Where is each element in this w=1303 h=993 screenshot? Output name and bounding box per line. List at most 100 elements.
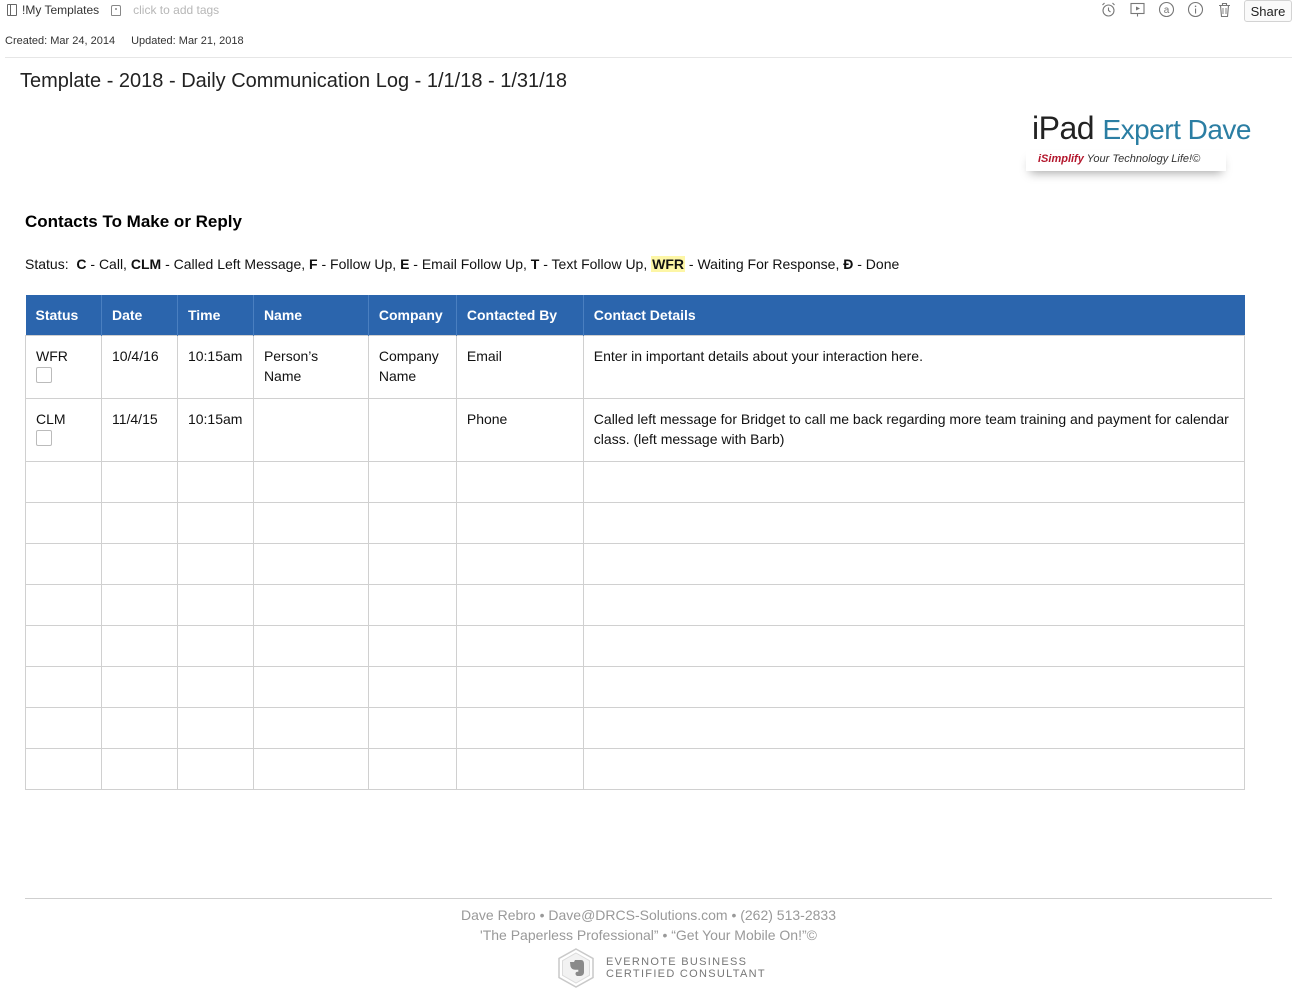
empty-cell[interactable] bbox=[100, 583, 178, 626]
empty-cell[interactable] bbox=[252, 706, 369, 749]
empty-cell[interactable] bbox=[455, 706, 584, 749]
empty-cell[interactable] bbox=[455, 501, 584, 544]
column-header-name: Name bbox=[253, 295, 369, 335]
empty-cell[interactable] bbox=[455, 665, 584, 708]
logo-tagline-text: Your Technology Life!© bbox=[1086, 153, 1201, 165]
empty-cell[interactable] bbox=[582, 460, 1246, 503]
status-cell[interactable]: WFR bbox=[25, 334, 102, 399]
communication-log-table: Status Date Time Name Company Contacted … bbox=[25, 295, 1246, 790]
status-value: CLM bbox=[36, 410, 66, 427]
contacted-by-cell[interactable]: Email bbox=[455, 334, 584, 399]
share-button[interactable]: Share bbox=[1244, 0, 1292, 22]
empty-cell[interactable] bbox=[367, 665, 457, 708]
empty-cell[interactable] bbox=[176, 747, 254, 790]
logo-isimplify-text: iSimplify bbox=[1038, 153, 1084, 165]
empty-cell[interactable] bbox=[582, 583, 1246, 626]
empty-cell[interactable] bbox=[367, 501, 457, 544]
info-icon[interactable] bbox=[1187, 1, 1204, 18]
empty-cell[interactable] bbox=[176, 583, 254, 626]
empty-cell[interactable] bbox=[176, 460, 254, 503]
note-title[interactable]: Template - 2018 - Daily Communication Lo… bbox=[20, 70, 567, 93]
presentation-icon[interactable] bbox=[1129, 1, 1146, 18]
empty-cell[interactable] bbox=[582, 665, 1246, 708]
contact-details-cell[interactable]: Called left message for Bridget to call … bbox=[582, 397, 1246, 462]
notebook-icon bbox=[7, 4, 17, 16]
empty-cell[interactable] bbox=[176, 706, 254, 749]
date-cell[interactable]: 10/4/16 bbox=[100, 334, 178, 399]
footer-contact-line: Dave Rebro • Dave@DRCS-Solutions.com • (… bbox=[461, 907, 836, 923]
alarm-clock-icon[interactable] bbox=[1100, 1, 1117, 18]
empty-cell[interactable] bbox=[455, 747, 584, 790]
empty-cell[interactable] bbox=[367, 706, 457, 749]
name-cell[interactable]: Person’s Name bbox=[252, 334, 369, 399]
empty-cell[interactable] bbox=[252, 624, 369, 667]
table-row-empty bbox=[25, 706, 1246, 749]
empty-cell[interactable] bbox=[100, 747, 178, 790]
empty-cell[interactable] bbox=[582, 624, 1246, 667]
empty-cell[interactable] bbox=[582, 542, 1246, 585]
empty-cell[interactable] bbox=[252, 542, 369, 585]
empty-cell[interactable] bbox=[252, 460, 369, 503]
empty-cell[interactable] bbox=[100, 460, 178, 503]
empty-cell[interactable] bbox=[100, 665, 178, 708]
contact-details-cell[interactable]: Enter in important details about your in… bbox=[582, 334, 1246, 399]
time-cell[interactable]: 10:15am bbox=[176, 334, 254, 399]
empty-cell[interactable] bbox=[367, 624, 457, 667]
empty-cell[interactable] bbox=[25, 583, 102, 626]
empty-cell[interactable] bbox=[455, 542, 584, 585]
empty-cell[interactable] bbox=[252, 583, 369, 626]
section-heading: Contacts To Make or Reply bbox=[25, 212, 242, 231]
empty-cell[interactable] bbox=[176, 624, 254, 667]
ipad-expert-dave-logo: iPad Expert Dave iSimplify Your Technolo… bbox=[980, 110, 1270, 186]
empty-cell[interactable] bbox=[25, 542, 102, 585]
empty-cell[interactable] bbox=[367, 747, 457, 790]
empty-cell[interactable] bbox=[100, 501, 178, 544]
empty-cell[interactable] bbox=[25, 501, 102, 544]
empty-cell[interactable] bbox=[582, 706, 1246, 749]
empty-cell[interactable] bbox=[252, 665, 369, 708]
notebook-selector[interactable]: !My Templates click to add tags bbox=[7, 3, 219, 17]
legend-code-t: T bbox=[530, 256, 540, 272]
empty-cell[interactable] bbox=[582, 747, 1246, 790]
note-metadata: Created: Mar 24, 2014 Updated: Mar 21, 2… bbox=[5, 35, 244, 47]
empty-cell[interactable] bbox=[252, 747, 369, 790]
empty-cell[interactable] bbox=[25, 624, 102, 667]
logo-wordmark: iPad Expert Dave bbox=[1032, 110, 1252, 147]
empty-cell[interactable] bbox=[455, 460, 584, 503]
created-date: Created: Mar 24, 2014 bbox=[5, 35, 116, 47]
status-cell[interactable]: CLM bbox=[25, 397, 102, 462]
empty-cell[interactable] bbox=[25, 747, 102, 790]
evernote-elephant-icon bbox=[556, 948, 596, 988]
at-sign-icon[interactable]: a bbox=[1158, 1, 1175, 18]
contacted-by-cell[interactable]: Phone bbox=[455, 397, 584, 462]
name-cell[interactable] bbox=[252, 397, 369, 462]
table-row-empty bbox=[25, 460, 1246, 503]
done-checkbox[interactable] bbox=[36, 366, 52, 383]
tags-input[interactable]: click to add tags bbox=[133, 3, 219, 17]
empty-cell[interactable] bbox=[455, 624, 584, 667]
empty-cell[interactable] bbox=[367, 460, 457, 503]
empty-cell[interactable] bbox=[367, 542, 457, 585]
empty-cell[interactable] bbox=[176, 501, 254, 544]
empty-cell[interactable] bbox=[25, 460, 102, 503]
empty-cell[interactable] bbox=[582, 501, 1246, 544]
done-checkbox[interactable] bbox=[36, 429, 52, 446]
legend-text-clm: - Called Left Message, bbox=[165, 256, 306, 272]
empty-cell[interactable] bbox=[176, 665, 254, 708]
empty-cell[interactable] bbox=[455, 583, 584, 626]
empty-cell[interactable] bbox=[25, 706, 102, 749]
empty-cell[interactable] bbox=[100, 542, 178, 585]
date-cell[interactable]: 11/4/15 bbox=[100, 397, 178, 462]
notebook-name[interactable]: !My Templates bbox=[22, 3, 99, 17]
empty-cell[interactable] bbox=[176, 542, 254, 585]
trash-icon[interactable] bbox=[1216, 1, 1233, 18]
empty-cell[interactable] bbox=[252, 501, 369, 544]
company-cell[interactable]: Company Name bbox=[367, 334, 457, 399]
empty-cell[interactable] bbox=[367, 583, 457, 626]
empty-cell[interactable] bbox=[100, 706, 178, 749]
table-row-empty bbox=[25, 624, 1246, 667]
company-cell[interactable] bbox=[367, 397, 457, 462]
empty-cell[interactable] bbox=[100, 624, 178, 667]
empty-cell[interactable] bbox=[25, 665, 102, 708]
time-cell[interactable]: 10:15am bbox=[176, 397, 254, 462]
